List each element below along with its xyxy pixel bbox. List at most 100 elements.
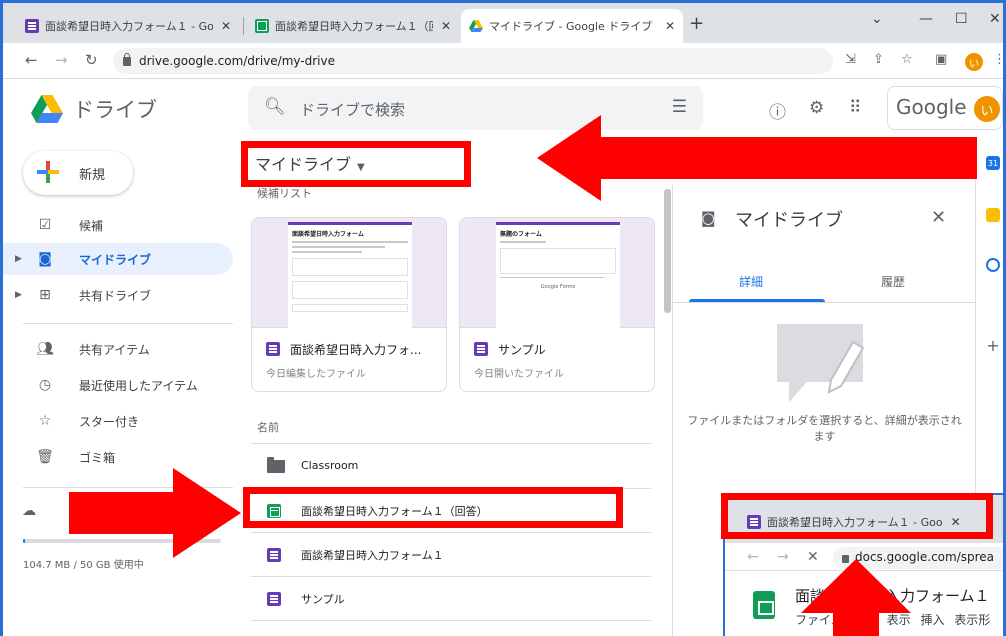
- list-item[interactable]: 面談希望日時入力フォーム１: [251, 533, 651, 576]
- tab-details[interactable]: 詳細: [739, 273, 763, 290]
- close-tab-icon[interactable]: ✕: [665, 19, 675, 33]
- sidepanel-icon[interactable]: ▣: [935, 52, 947, 67]
- chevron-down-icon[interactable]: ⌄: [871, 11, 883, 27]
- forward-arrow-icon[interactable]: →: [55, 51, 68, 69]
- close-tab-icon[interactable]: ✕: [221, 19, 231, 33]
- forms-icon: [25, 19, 39, 33]
- caret-right-icon[interactable]: ▶: [15, 254, 22, 264]
- arrow-right-icon: [69, 468, 241, 558]
- file-name: Classroom: [301, 459, 359, 472]
- arrow-up-icon: [801, 559, 911, 636]
- browser-tab-responses[interactable]: 面談希望日時入力フォーム１（回答 ✕: [247, 9, 459, 43]
- sidebar-item-label: 共有アイテム: [79, 342, 150, 357]
- back-arrow-icon[interactable]: ←: [747, 549, 759, 565]
- filter-options-icon[interactable]: ☰: [672, 97, 687, 117]
- tab-separator: [243, 17, 244, 35]
- shared-drive-icon: ⊞: [39, 287, 51, 303]
- list-item[interactable]: [251, 621, 651, 636]
- suggested-card[interactable]: 面談希望日時入力フォーム 面談希望日時入力フォ... 今日編集したファイル: [251, 217, 447, 392]
- file-name: 面談希望日時入力フォーム１: [301, 549, 444, 562]
- sidebar-item-shared-drives[interactable]: ▶ ⊞ 共有ドライブ: [3, 279, 233, 311]
- minimize-icon[interactable]: —: [919, 11, 933, 27]
- sidebar-item-label: スター付き: [79, 414, 140, 429]
- drive-logo-icon: [31, 95, 63, 123]
- close-icon[interactable]: ✕: [931, 207, 946, 228]
- forms-icon: [267, 592, 281, 606]
- window-close-icon[interactable]: ✕: [989, 11, 1001, 27]
- card-subtitle: 今日編集したファイル: [266, 369, 366, 380]
- maximize-icon[interactable]: ☐: [955, 11, 968, 27]
- screenshot-frame: 面談希望日時入力フォーム１ - Goo ✕ 面談希望日時入力フォーム１（回答 ✕…: [0, 0, 1006, 636]
- forms-icon: [266, 342, 280, 356]
- list-item[interactable]: Classroom: [251, 445, 651, 488]
- search-placeholder: ドライブで検索: [300, 101, 406, 119]
- sidebar-item-label: ゴミ箱: [79, 450, 116, 465]
- sidebar-item-my-drive[interactable]: ▶ ◙ マイドライブ: [3, 243, 233, 275]
- storage-fill: [23, 539, 25, 543]
- sidebar-item-label: マイドライブ: [79, 252, 152, 267]
- scrollbar[interactable]: [664, 189, 671, 313]
- cloud-icon: ☁: [22, 503, 36, 519]
- menu-dots-icon[interactable]: ⋮: [993, 52, 1003, 67]
- plus-icon: [37, 161, 59, 183]
- new-button-label: 新規: [79, 168, 106, 183]
- arrow-left-icon: [537, 115, 977, 201]
- sheets-logo-icon: [753, 591, 775, 619]
- calendar-icon[interactable]: 31: [986, 156, 1000, 170]
- details-title: マイドライブ: [735, 210, 843, 231]
- browser-tab-strip: 面談希望日時入力フォーム１ - Goo ✕ 面談希望日時入力フォーム１（回答 ✕…: [3, 3, 1003, 43]
- sidebar-item-recent[interactable]: ◷ 最近使用したアイテム: [3, 369, 233, 401]
- share-icon[interactable]: ⇪: [873, 52, 884, 67]
- new-tab-button[interactable]: +: [689, 13, 704, 34]
- caret-right-icon[interactable]: ▶: [15, 290, 22, 300]
- card-subtitle: 今日開いたファイル: [474, 369, 564, 380]
- app-title: ドライブ: [73, 98, 157, 122]
- column-header-name[interactable]: 名前: [257, 419, 279, 435]
- tasks-icon[interactable]: [986, 258, 1000, 272]
- sidebar-item-starred[interactable]: ☆ スター付き: [3, 405, 233, 437]
- close-tab-icon[interactable]: ✕: [441, 19, 451, 33]
- storage-usage-text: 104.7 MB / 50 GB 使用中: [23, 560, 144, 571]
- tab-divider: [673, 302, 976, 303]
- highlight-box-inset-tab: [721, 493, 993, 539]
- browser-toolbar: ← → ↻ drive.google.com/drive/my-drive ⇲ …: [3, 43, 1003, 79]
- browser-tab-drive[interactable]: マイドライブ - Google ドライブ ✕: [461, 9, 683, 43]
- tab-activity[interactable]: 履歴: [881, 273, 905, 290]
- suggested-card[interactable]: 無題のフォーム Google Forms サンプル 今日開いたファイル: [459, 217, 655, 392]
- details-empty-message: ファイルまたはフォルダを選択すると、詳細が表示され ます: [673, 413, 976, 445]
- back-arrow-icon[interactable]: ←: [25, 51, 38, 69]
- folder-icon: [267, 457, 285, 473]
- search-icon: 🔍︎: [264, 97, 286, 117]
- sidebar-divider: [23, 323, 233, 324]
- address-bar[interactable]: drive.google.com/drive/my-drive: [113, 48, 833, 74]
- new-button[interactable]: 新規: [23, 151, 133, 195]
- my-drive-icon: ◙: [38, 251, 52, 267]
- sidebar-item-suggested[interactable]: ☑ 候補: [3, 209, 233, 241]
- install-icon[interactable]: ⇲: [845, 52, 856, 67]
- avatar[interactable]: い: [965, 53, 983, 71]
- browser-tab-form[interactable]: 面談希望日時入力フォーム１ - Goo ✕: [17, 9, 239, 43]
- url-text: drive.google.com/drive/my-drive: [139, 54, 335, 68]
- star-icon: ☆: [38, 413, 52, 429]
- thumbnail-footer: Google Forms: [540, 284, 576, 290]
- sidebar-item-label: 最近使用したアイテム: [79, 378, 198, 393]
- sidebar-item-label: 共有ドライブ: [79, 288, 152, 303]
- card-thumbnail: 面談希望日時入力フォーム: [252, 218, 446, 328]
- browser-tab-label: 面談希望日時入力フォーム１ - Goo: [45, 20, 213, 33]
- browser-tab-label: 面談希望日時入力フォーム１（回答: [275, 20, 433, 33]
- forms-icon: [267, 548, 281, 562]
- list-item[interactable]: サンプル: [251, 577, 651, 620]
- empty-details-illustration-icon: [777, 324, 865, 402]
- trash-icon: 🗑︎: [36, 449, 54, 465]
- sidebar-item-shared-with-me[interactable]: 👥︎ 共有アイテム: [3, 333, 233, 365]
- add-addon-icon[interactable]: +: [986, 336, 1000, 355]
- suggested-section-title: 候補リスト: [257, 187, 312, 200]
- card-name: 面談希望日時入力フォ...: [290, 343, 422, 357]
- card-name: サンプル: [498, 343, 546, 357]
- sidebar-item-storage[interactable]: ☁: [3, 495, 63, 527]
- keep-icon[interactable]: [986, 208, 1000, 222]
- avatar[interactable]: い: [974, 96, 1000, 122]
- forward-arrow-icon[interactable]: →: [777, 549, 789, 565]
- reload-icon[interactable]: ↻: [85, 51, 98, 69]
- star-icon[interactable]: ☆: [901, 52, 913, 67]
